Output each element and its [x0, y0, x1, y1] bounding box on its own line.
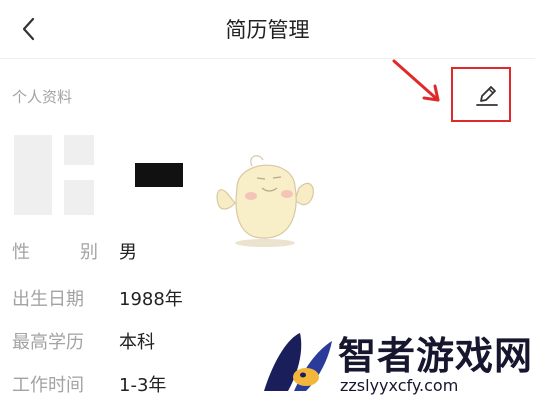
info-value-birth: 1988年: [119, 289, 183, 310]
info-value-education: 本科: [119, 332, 155, 353]
page-title: 简历管理: [225, 18, 310, 42]
mascot-sticker-image: [216, 155, 314, 247]
redacted-name: [135, 163, 183, 187]
section-label-personal-info: 个人资料: [12, 88, 73, 106]
watermark-title: 智者游戏网: [338, 334, 534, 378]
info-label-gender: 性别: [12, 238, 98, 264]
info-label-education: 最高学历: [12, 332, 84, 353]
annotation-arrow: [392, 59, 440, 102]
info-value-work-years: 1-3年: [119, 375, 167, 396]
info-label-birth: 出生日期: [12, 289, 84, 310]
pencil-icon: [476, 86, 498, 106]
site-watermark: 智者游戏网 zzslyyxcfy.com: [258, 325, 535, 400]
watermark-url: zzslyyxcfy.com: [340, 376, 459, 395]
watermark-logo-icon: [264, 333, 332, 391]
info-label-gender-char-2: 别: [80, 242, 98, 263]
app-header: 简历管理: [0, 0, 535, 59]
info-label-work-years: 工作时间: [12, 375, 84, 396]
avatar[interactable]: [14, 135, 94, 215]
info-label-gender-char-1: 性: [12, 242, 30, 263]
info-value-gender: 男: [119, 242, 137, 263]
edit-profile-button[interactable]: [459, 70, 509, 120]
